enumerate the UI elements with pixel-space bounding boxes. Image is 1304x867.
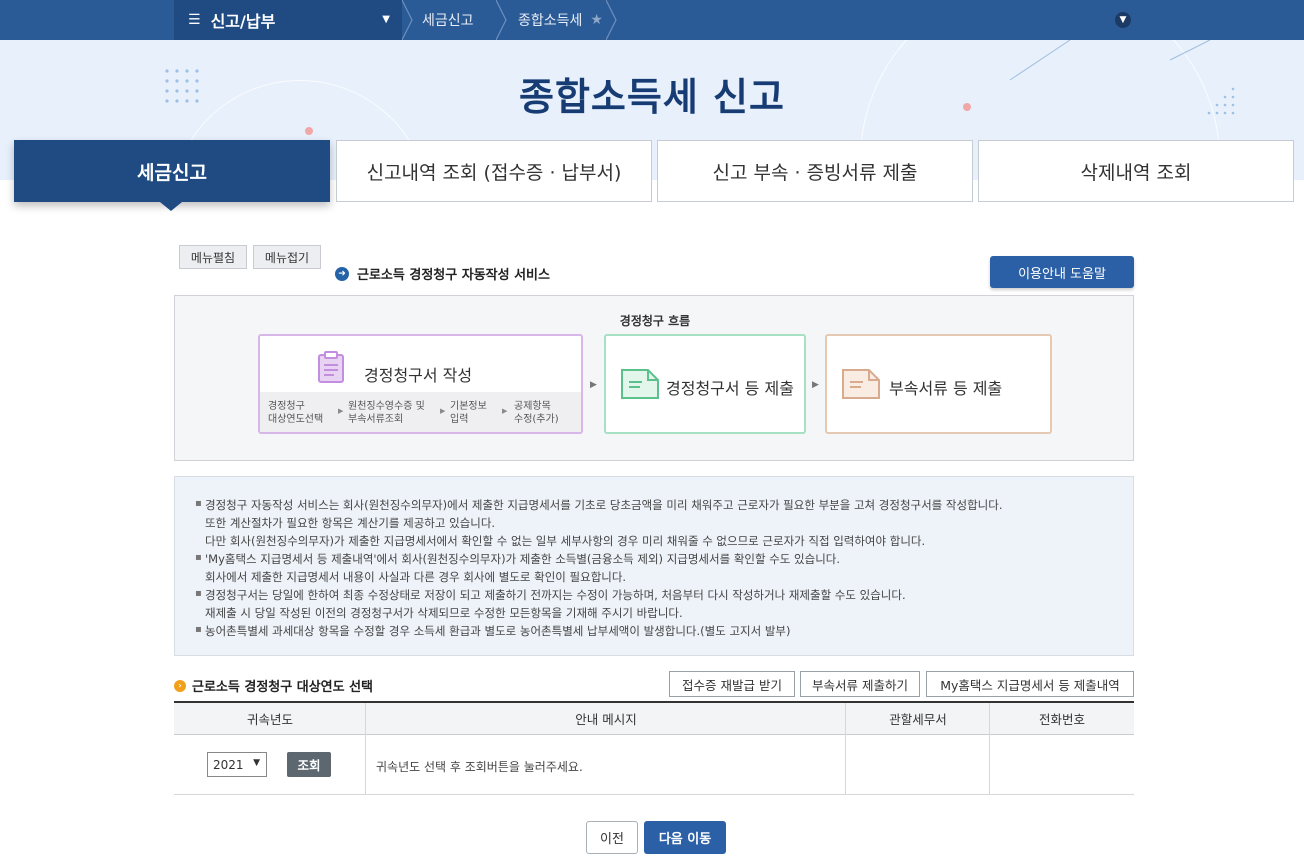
substep-line: 수정(추가): [514, 414, 559, 425]
page-title: 종합소득세 신고: [519, 75, 785, 119]
attachment-submit-button[interactable]: 부속서류 제출하기: [800, 671, 920, 697]
chevron-down-icon: ▼: [253, 758, 260, 768]
substep-line: 공제항목: [514, 401, 551, 412]
help-guide-button[interactable]: 이용안내 도움말: [990, 256, 1134, 288]
substep-line: 원천징수영수증 및: [348, 401, 425, 412]
table-divider: [845, 703, 846, 794]
info-line: 경정청구서는 당일에 한하여 최종 수정상태로 저장이 되고 제출하기 전까지는…: [205, 588, 906, 602]
bullet-icon: ▪: [195, 624, 202, 635]
breadcrumb-label: 종합소득세: [518, 13, 583, 29]
substep-line: 대상연도선택: [268, 414, 324, 425]
service-title-text: 근로소득 경정청구 자동작성 서비스: [357, 268, 550, 283]
expand-chevron-icon[interactable]: ▼: [1115, 12, 1131, 28]
substeps-bar: 경정청구 대상연도선택 ▶ 원천징수영수증 및 부속서류조회 ▶ 기본정보 입력…: [260, 392, 581, 432]
main-menu-label: 신고/납부: [210, 12, 276, 31]
info-line: 재제출 시 당일 작성된 이전의 경정청구서가 삭제되므로 수정한 모든항목을 …: [205, 606, 683, 620]
triangle-right-icon: ▶: [338, 407, 344, 415]
document-icon: [621, 369, 659, 399]
triangle-right-icon: ▶: [590, 380, 597, 390]
substep-line: 기본정보: [450, 401, 487, 412]
substep-deduction-edit: 공제항목 수정(추가): [514, 400, 559, 426]
substep-line: 부속서류조회: [348, 414, 404, 425]
table-header-message: 안내 메시지: [366, 703, 846, 735]
menu-collapse-button[interactable]: 메뉴접기: [253, 245, 321, 269]
arrow-right-icon: ›: [174, 679, 186, 692]
breadcrumb-separator-icon: [402, 0, 413, 40]
info-notice-box: ▪ 경정청구 자동작성 서비스는 회사(원천징수의무자)에서 제출한 지급명세서…: [174, 476, 1134, 656]
table-header-tax-office: 관할세무서: [846, 703, 990, 735]
clipboard-icon: [318, 351, 344, 383]
main-tabs: 세금신고 신고내역 조회 (접수증 · 납부서) 신고 부속 · 증빙서류 제출…: [14, 140, 1294, 202]
decor-dot: [305, 127, 313, 135]
claim-flow-box: 경정청구 흐름 경정청구서 작성 경정청구 대상연도선택 ▶ 원천징수영수증 및…: [174, 295, 1134, 461]
arrow-right-icon: ➜: [335, 266, 349, 281]
bullet-icon: ▪: [195, 552, 202, 563]
breadcrumb-item-tax-filing[interactable]: 세금신고: [422, 0, 474, 40]
substep-year-select: 경정청구 대상연도선택: [268, 400, 323, 426]
info-line: 경정청구 자동작성 서비스는 회사(원천징수의무자)에서 제출한 지급명세서를 …: [205, 498, 1003, 512]
step-submit-label: 경정청구서 등 제출: [666, 379, 794, 398]
prev-button[interactable]: 이전: [586, 821, 638, 854]
table-bottom-border: [174, 794, 1134, 795]
flow-step-submit: 경정청구서 등 제출: [604, 334, 806, 434]
search-button[interactable]: 조회: [287, 752, 331, 777]
step-attachments-label: 부속서류 등 제출: [889, 379, 1003, 398]
info-line: 농어촌특별세 과세대상 항목을 수정할 경우 소득세 환급과 별도로 농어촌특별…: [205, 624, 791, 638]
substep-line: 경정청구: [268, 401, 305, 412]
flow-step-attachments: 부속서류 등 제출: [825, 334, 1052, 434]
caret-down-icon: ▼: [382, 14, 390, 25]
table-divider: [365, 703, 366, 794]
info-line: 또한 계산절차가 필요한 항목은 계산기를 제공하고 있습니다.: [205, 516, 496, 530]
document-icon: [842, 369, 880, 399]
main-menu-dropdown[interactable]: ☰ 신고/납부 ▼: [174, 0, 402, 40]
bullet-icon: ▪: [195, 498, 202, 509]
year-select[interactable]: 2021 ▼: [207, 752, 267, 777]
substep-line: 입력: [450, 414, 469, 425]
info-line: 'My홈택스 지급명세서 등 제출내역'에서 회사(원천징수의무자)가 제출한 …: [205, 552, 841, 566]
my-hometax-statement-button[interactable]: My홈택스 지급명세서 등 제출내역: [926, 671, 1134, 697]
bullet-icon: ▪: [195, 588, 202, 599]
star-icon[interactable]: ★: [590, 12, 603, 28]
year-section-title: › 근로소득 경정청구 대상연도 선택: [174, 676, 373, 695]
flow-step-write: 경정청구서 작성 경정청구 대상연도선택 ▶ 원천징수영수증 및 부속서류조회 …: [258, 334, 583, 434]
tab-tax-filing[interactable]: 세금신고: [14, 140, 330, 202]
guide-message: 귀속년도 선택 후 조회버튼을 눌러주세요.: [376, 760, 583, 774]
substep-basic-info: 기본정보 입력: [450, 400, 487, 426]
triangle-right-icon: ▶: [812, 380, 819, 390]
breadcrumb-item-income-tax[interactable]: 종합소득세 ★: [518, 0, 603, 40]
table-header-year: 귀속년도: [174, 703, 366, 735]
menu-expand-button[interactable]: 메뉴펼침: [179, 245, 247, 269]
year-select-value: 2021: [213, 757, 244, 772]
step-write-label: 경정청구서 작성: [364, 366, 473, 385]
tab-attachment-submit[interactable]: 신고 부속 · 증빙서류 제출: [657, 140, 973, 202]
table-header-phone: 전화번호: [990, 703, 1134, 735]
top-navigation: ☰ 신고/납부 ▼ 세금신고 종합소득세 ★ ▼: [0, 0, 1304, 40]
hamburger-icon: ☰: [188, 12, 201, 28]
receipt-reissue-button[interactable]: 접수증 재발급 받기: [669, 671, 795, 697]
table-divider: [989, 703, 990, 794]
substep-receipt-lookup: 원천징수영수증 및 부속서류조회: [348, 400, 425, 426]
tab-filing-history[interactable]: 신고내역 조회 (접수증 · 납부서): [336, 140, 652, 202]
flow-title: 경정청구 흐름: [619, 314, 691, 328]
triangle-right-icon: ▶: [502, 407, 508, 415]
year-section-title-text: 근로소득 경정청구 대상연도 선택: [192, 680, 374, 695]
next-button[interactable]: 다음 이동: [644, 821, 726, 854]
breadcrumb-separator-icon: [496, 0, 507, 40]
service-title: ➜ 근로소득 경정청구 자동작성 서비스: [335, 264, 550, 283]
breadcrumb-separator-icon: [606, 0, 617, 40]
active-tab-pointer: [160, 202, 182, 211]
tab-deletion-history[interactable]: 삭제내역 조회: [978, 140, 1294, 202]
info-line: 다만 회사(원천징수의무자)가 제출한 지급명세서에서 확인할 수 없는 일부 …: [205, 534, 926, 548]
info-line: 회사에서 제출한 지급명세서 내용이 사실과 다른 경우 회사에 별도로 확인이…: [205, 570, 627, 584]
triangle-right-icon: ▶: [440, 407, 446, 415]
